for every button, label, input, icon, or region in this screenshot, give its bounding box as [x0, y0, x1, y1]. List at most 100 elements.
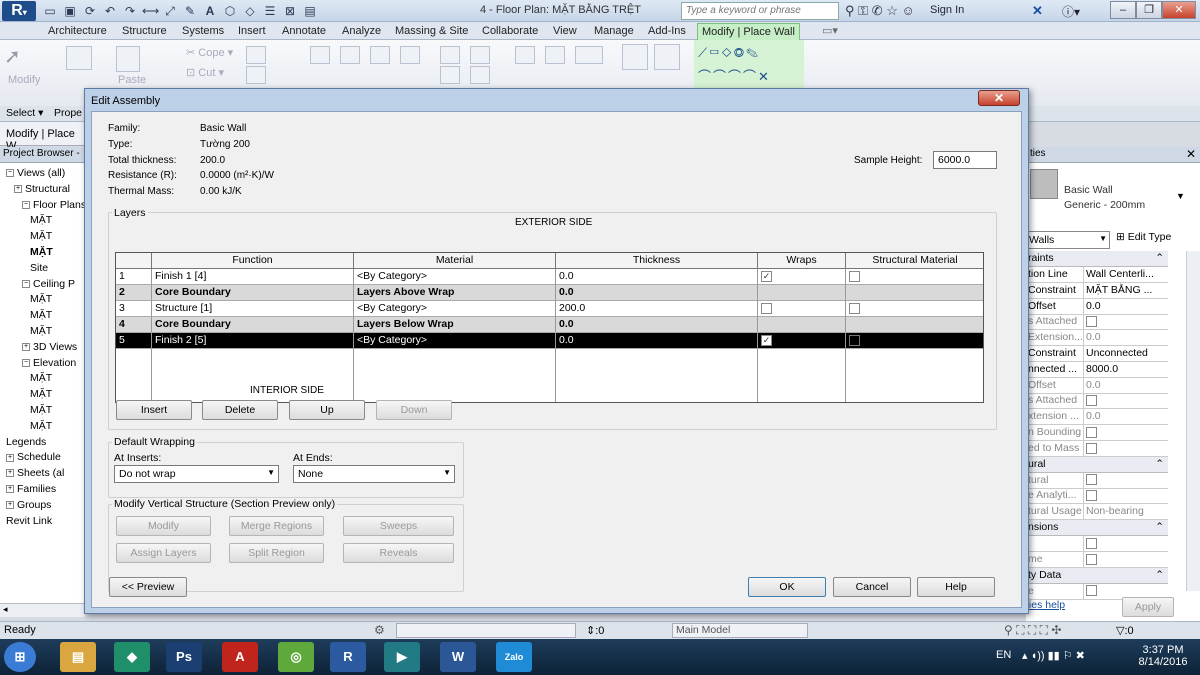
move-layer-down-button[interactable]: Down	[376, 400, 452, 420]
collapse-icon[interactable]: −	[22, 279, 30, 288]
workset-select[interactable]	[396, 623, 576, 638]
browser-tree-item[interactable]: MẶT	[30, 420, 52, 432]
type-selector-chevron-icon[interactable]: ▼	[1176, 191, 1185, 201]
tab-collaborate[interactable]: Collaborate	[478, 23, 542, 40]
measure-icon[interactable]: ⟷	[142, 3, 159, 19]
tab-systems[interactable]: Systems	[178, 23, 228, 40]
split-region-button[interactable]: Split Region	[229, 543, 324, 563]
structural-checkbox[interactable]	[849, 302, 860, 314]
3d-view-icon[interactable]: ⬡	[222, 3, 238, 19]
property-value[interactable]	[1083, 488, 1168, 504]
ribbon-minimize-icon[interactable]: ▭▾	[818, 23, 842, 40]
browser-tree-item[interactable]: +3D Views	[22, 341, 77, 353]
sign-in-link[interactable]: Sign In	[930, 4, 964, 16]
browser-tree-item[interactable]: + Structural	[14, 183, 70, 195]
property-value[interactable]: 0.0	[1083, 330, 1168, 346]
type-name[interactable]: Basic Wall	[1064, 184, 1113, 196]
redo-icon[interactable]: ↷	[122, 3, 138, 19]
browser-tree-item[interactable]: MẶT	[30, 214, 52, 226]
tab-add-ins[interactable]: Add-Ins	[644, 23, 690, 40]
exchange-apps-icon[interactable]: ✕	[1032, 3, 1043, 19]
insert-layer-button[interactable]: Insert	[116, 400, 192, 420]
pin-icon[interactable]	[515, 46, 535, 64]
browser-tree-item[interactable]: + Schedule	[6, 451, 61, 463]
property-value[interactable]	[1083, 314, 1168, 330]
draw-arc-icons[interactable]: ⌒⌒⌒⌒✕	[698, 66, 771, 85]
layer-thickness-cell[interactable]: 0.0	[556, 269, 758, 285]
tab-view[interactable]: View	[549, 23, 581, 40]
expand-icon[interactable]: +	[22, 343, 30, 352]
layer-thickness-cell[interactable]: 0.0	[556, 333, 758, 349]
photoshop-icon[interactable]: Ps	[166, 642, 202, 672]
property-value[interactable]	[1083, 425, 1168, 440]
layer-num-cell[interactable]: 5	[116, 333, 152, 349]
wraps-checkbox[interactable]	[761, 302, 772, 314]
browser-tree-item[interactable]: + Sheets (al	[6, 467, 64, 479]
layer-function-cell[interactable]: Structure [1]	[152, 301, 354, 317]
modify-button[interactable]: Modify	[116, 516, 211, 536]
property-value[interactable]	[1083, 393, 1168, 409]
mode-icon[interactable]	[654, 44, 680, 70]
tab-insert[interactable]: Insert	[234, 23, 270, 40]
properties-section[interactable]: ty Data ⌃	[1026, 567, 1168, 584]
property-value[interactable]: Non-bearing	[1083, 504, 1168, 520]
browser-tree-item[interactable]: Site	[30, 262, 48, 274]
windows-start-icon[interactable]: ⊞	[4, 642, 36, 672]
revit-logo-button[interactable]: R▾	[2, 1, 36, 21]
sync-icon[interactable]: ⟳	[82, 3, 98, 19]
properties-icon[interactable]	[66, 46, 92, 70]
tag-icon[interactable]: ✎	[182, 3, 198, 19]
property-value[interactable]: Unconnected	[1083, 346, 1168, 361]
column-header[interactable]: Thickness	[556, 253, 758, 269]
cancel-button[interactable]: Cancel	[833, 577, 911, 597]
properties-scrollbar[interactable]	[1186, 251, 1200, 591]
apply-button[interactable]: Apply	[1122, 597, 1174, 617]
expand-icon[interactable]: +	[6, 501, 14, 510]
close-window-button[interactable]: ✕	[1162, 1, 1196, 19]
collapse-section-icon[interactable]: ⌃	[1155, 458, 1164, 470]
help-icon[interactable]: ⓘ▾	[1062, 3, 1080, 20]
property-value[interactable]: MẶT BẰNG ...	[1083, 282, 1168, 298]
browser-tree-item[interactable]: Revit Link	[6, 515, 52, 527]
column-header[interactable]	[116, 253, 152, 269]
close-properties-icon[interactable]: ✕	[1186, 147, 1196, 161]
property-checkbox[interactable]	[1086, 553, 1097, 565]
browser-tree-item[interactable]: − Floor Plans	[22, 199, 86, 211]
layer-function-cell[interactable]: Finish 1 [4]	[152, 269, 354, 285]
move-layer-up-button[interactable]: Up	[289, 400, 365, 420]
at-inserts-select[interactable]: Do not wrap ▼	[114, 465, 279, 483]
layer-function-cell[interactable]: Finish 2 [5]	[152, 333, 354, 349]
edit-type-button[interactable]: ⊞ Edit Type	[1116, 231, 1171, 243]
collapse-icon[interactable]: −	[22, 200, 30, 209]
design-option-select[interactable]: Main Model	[672, 623, 808, 638]
structural-cell[interactable]	[846, 301, 983, 317]
structural-checkbox[interactable]	[849, 270, 860, 282]
merge-regions-button[interactable]: Merge Regions	[229, 516, 324, 536]
favorites-icon[interactable]: ☆	[886, 3, 898, 18]
collapse-section-icon[interactable]: ⌃	[1155, 569, 1164, 581]
draw-tools-icons[interactable]: ⟋▭◇◎✎	[698, 45, 760, 61]
structural-checkbox[interactable]	[849, 334, 860, 346]
expand-icon[interactable]: +	[6, 485, 14, 494]
browser-tree-item[interactable]: MẶT	[30, 404, 52, 416]
browser-tree-item[interactable]: + Groups	[6, 499, 51, 511]
assign-layers-button[interactable]: Assign Layers	[116, 543, 211, 563]
properties-section[interactable]: ural ⌃	[1026, 456, 1168, 473]
zalo-icon[interactable]: Zalo	[496, 642, 532, 672]
workset-icon[interactable]: ⚙	[374, 623, 385, 637]
dialog-close-button[interactable]: ✕	[978, 90, 1020, 106]
layer-thickness-cell[interactable]: 200.0	[556, 301, 758, 317]
move-icon[interactable]	[400, 46, 420, 64]
search-input[interactable]: Type a keyword or phrase	[681, 2, 839, 20]
help-button[interactable]: Help	[917, 577, 995, 597]
copy-icon[interactable]	[440, 46, 460, 64]
ok-button[interactable]: OK	[748, 577, 826, 597]
tab-manage[interactable]: Manage	[590, 23, 638, 40]
property-value[interactable]: Wall Centerli...	[1083, 267, 1168, 282]
property-checkbox[interactable]	[1086, 316, 1097, 328]
browser-tree-item[interactable]: + Families	[6, 483, 56, 495]
expand-icon[interactable]: +	[14, 185, 22, 194]
collapse-icon[interactable]: −	[22, 358, 30, 367]
structural-cell[interactable]	[846, 333, 983, 349]
property-checkbox[interactable]	[1086, 395, 1097, 407]
